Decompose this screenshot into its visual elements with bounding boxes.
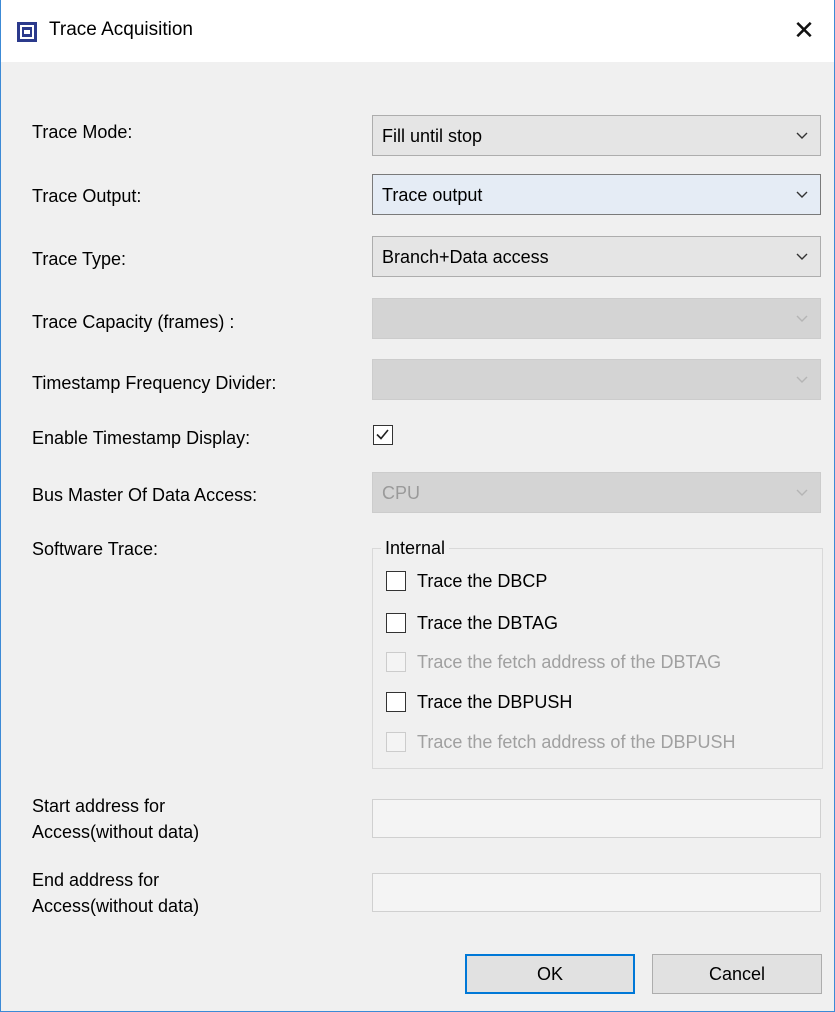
trace-dbtag-checkbox[interactable] (386, 613, 406, 633)
trace-dbtag-fetch-label: Trace the fetch address of the DBTAG (417, 652, 722, 672)
end-address-label-line2: Access(without data) (32, 896, 200, 916)
trace-mode-value: Fill until stop (382, 126, 483, 146)
start-address-input[interactable] (372, 799, 821, 838)
chevron-down-icon (796, 489, 808, 496)
bus-master-label: Bus Master Of Data Access: (32, 485, 258, 505)
close-icon[interactable]: ✕ (774, 0, 834, 62)
trace-output-select[interactable]: Trace output (372, 174, 821, 215)
ok-button[interactable]: OK (465, 954, 635, 994)
internal-group-legend: Internal (381, 538, 450, 559)
software-trace-label: Software Trace: (32, 539, 159, 559)
window-title: Trace Acquisition (49, 19, 193, 40)
chevron-down-icon (796, 376, 808, 383)
trace-type-value: Branch+Data access (382, 247, 549, 267)
trace-dbcp-label[interactable]: Trace the DBCP (417, 571, 547, 592)
trace-capacity-select[interactable] (372, 298, 821, 339)
trace-dbpush-fetch-checkbox[interactable] (386, 732, 406, 752)
enable-timestamp-checkbox[interactable] (373, 425, 393, 445)
trace-mode-label: Trace Mode: (32, 122, 133, 142)
start-address-label-line1: Start address for (32, 796, 166, 816)
trace-output-value: Trace output (382, 185, 483, 205)
trace-type-label: Trace Type: (32, 249, 127, 269)
chevron-down-icon (796, 132, 808, 139)
trace-type-select[interactable]: Branch+Data access (372, 236, 821, 277)
start-address-label-line2: Access(without data) (32, 822, 200, 842)
chevron-down-icon (796, 191, 808, 198)
dialog-window: Trace Acquisition ✕ Trace Mode: Fill unt… (0, 0, 835, 1012)
chevron-down-icon (796, 315, 808, 322)
timestamp-divider-label: Timestamp Frequency Divider: (32, 373, 277, 393)
trace-dbpush-checkbox[interactable] (386, 692, 406, 712)
cancel-button[interactable]: Cancel (652, 954, 822, 994)
trace-dbtag-fetch-checkbox[interactable] (386, 652, 406, 672)
trace-dbcp-checkbox[interactable] (386, 571, 406, 591)
title-bar[interactable]: Trace Acquisition ✕ (1, 0, 834, 62)
trace-mode-select[interactable]: Fill until stop (372, 115, 821, 156)
app-chip-icon (17, 22, 37, 42)
end-address-input[interactable] (372, 873, 821, 912)
trace-dbpush-label[interactable]: Trace the DBPUSH (417, 692, 572, 713)
trace-output-label: Trace Output: (32, 186, 142, 206)
chevron-down-icon (796, 253, 808, 260)
bus-master-value: CPU (382, 483, 421, 503)
bus-master-select[interactable]: CPU (372, 472, 821, 513)
end-address-label-line1: End address for (32, 870, 160, 890)
trace-dbpush-fetch-label: Trace the fetch address of the DBPUSH (417, 732, 736, 752)
timestamp-divider-select[interactable] (372, 359, 821, 400)
trace-dbtag-label[interactable]: Trace the DBTAG (417, 613, 558, 634)
trace-capacity-label: Trace Capacity (frames) : (32, 312, 235, 332)
enable-timestamp-label: Enable Timestamp Display: (32, 428, 251, 448)
checkmark-icon (376, 429, 389, 440)
